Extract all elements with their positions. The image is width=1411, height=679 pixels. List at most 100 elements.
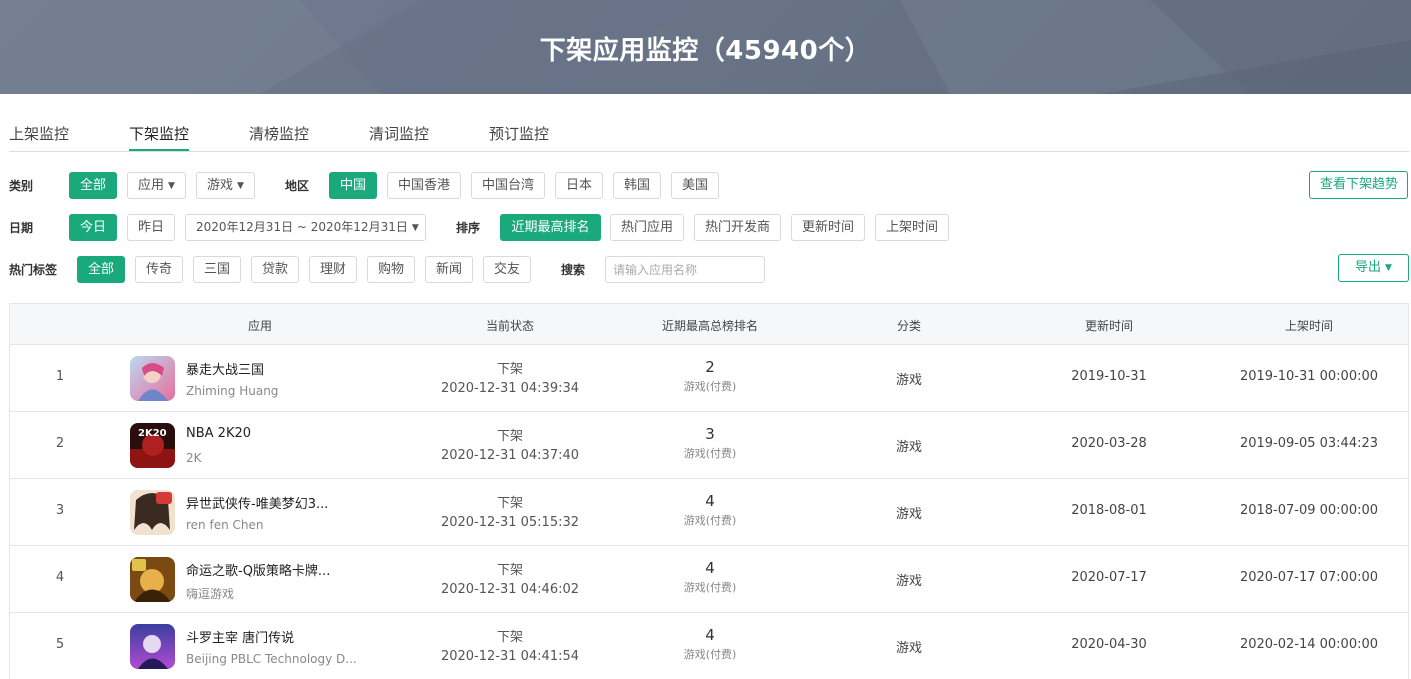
row-index: 2 xyxy=(55,436,65,451)
col-app: 应用 xyxy=(247,319,272,333)
category-cell: 游戏 xyxy=(895,641,922,656)
category-game-label: 游戏 xyxy=(207,178,234,193)
search-input[interactable] xyxy=(605,256,765,283)
app-developer: Zhiming Huang xyxy=(186,384,279,398)
status-cell: 下架 2020-12-31 04:46:02 xyxy=(410,559,610,597)
category-app-dropdown[interactable]: 应用 ▼ xyxy=(127,172,186,199)
caret-down-icon: ▼ xyxy=(237,181,244,191)
tag-news-button[interactable]: 新闻 xyxy=(425,256,473,283)
table-row[interactable]: 2 2K20 NBA 2K20 2K 下架 2020-12-31 04:37:4… xyxy=(10,412,1408,479)
col-released: 上架时间 xyxy=(1284,319,1333,333)
status-text: 下架 xyxy=(496,496,523,511)
app-developer: 嗨逗游戏 xyxy=(186,587,235,601)
region-label: 地区 xyxy=(285,179,310,193)
released-cell: 2018-07-09 00:00:00 xyxy=(1239,503,1379,518)
status-cell: 下架 2020-12-31 04:37:40 xyxy=(410,425,610,463)
page-title: 下架应用监控（45940个） xyxy=(539,36,872,66)
tag-legend-button[interactable]: 传奇 xyxy=(135,256,183,283)
tag-finance-button[interactable]: 理财 xyxy=(309,256,357,283)
status-text: 下架 xyxy=(496,362,523,377)
caret-down-icon: ▼ xyxy=(411,223,419,233)
category-cell: 游戏 xyxy=(895,507,922,522)
app-name[interactable]: 暴走大战三国 xyxy=(186,359,264,378)
sort-hot-dev-button[interactable]: 热门开发商 xyxy=(694,214,781,241)
region-us-button[interactable]: 美国 xyxy=(671,172,719,199)
rank-cell: 3 游戏(付费) xyxy=(610,425,810,461)
tab-listing[interactable]: 上架监控 xyxy=(9,123,69,151)
table-row[interactable]: 5 斗罗主宰 唐门传说 Beijing PBLC Technology D...… xyxy=(10,613,1408,679)
released-cell: 2019-10-31 00:00:00 xyxy=(1239,369,1379,384)
status-text: 下架 xyxy=(496,429,523,444)
row-index: 1 xyxy=(55,369,65,384)
tab-preorder[interactable]: 预订监控 xyxy=(489,123,549,151)
table-header: 应用 当前状态 近期最高总榜排名 分类 更新时间 上架时间 xyxy=(10,304,1408,345)
status-time: 2020-12-31 04:37:40 xyxy=(440,448,580,463)
released-cell: 2020-07-17 07:00:00 xyxy=(1239,570,1379,585)
rank-value: 2 xyxy=(705,358,715,376)
sort-update-time-button[interactable]: 更新时间 xyxy=(791,214,865,241)
rank-cell: 2 游戏(付费) xyxy=(610,358,810,394)
sort-release-time-button[interactable]: 上架时间 xyxy=(875,214,949,241)
export-label: 导出 xyxy=(1355,260,1382,275)
col-rank: 近期最高总榜排名 xyxy=(661,319,758,333)
col-category: 分类 xyxy=(896,319,921,333)
tag-loan-button[interactable]: 贷款 xyxy=(251,256,299,283)
rank-category: 游戏(付费) xyxy=(683,581,737,594)
caret-down-icon: ▼ xyxy=(1385,263,1392,273)
tags-label: 热门标签 xyxy=(9,263,58,277)
app-icon[interactable] xyxy=(130,490,175,535)
tag-shopping-button[interactable]: 购物 xyxy=(367,256,415,283)
date-today-button[interactable]: 今日 xyxy=(69,214,117,241)
table-row[interactable]: 1 暴走大战三国 Zhiming Huang 下架 2020-12-31 04:… xyxy=(10,345,1408,412)
app-icon[interactable]: 2K20 xyxy=(130,423,175,468)
sort-hot-app-button[interactable]: 热门应用 xyxy=(610,214,684,241)
app-icon[interactable] xyxy=(130,624,175,669)
app-name[interactable]: NBA 2K20 xyxy=(186,426,251,441)
category-all-button[interactable]: 全部 xyxy=(69,172,117,199)
sort-recent-rank-button[interactable]: 近期最高排名 xyxy=(500,214,601,241)
rank-category: 游戏(付费) xyxy=(683,447,737,460)
status-cell: 下架 2020-12-31 04:41:54 xyxy=(410,626,610,664)
app-icon[interactable] xyxy=(130,557,175,602)
tag-three-kingdoms-button[interactable]: 三国 xyxy=(193,256,241,283)
tag-all-button[interactable]: 全部 xyxy=(77,256,125,283)
delisting-trend-button[interactable]: 查看下架趋势 xyxy=(1309,171,1408,199)
region-jp-button[interactable]: 日本 xyxy=(555,172,603,199)
category-game-dropdown[interactable]: 游戏 ▼ xyxy=(196,172,255,199)
search-label: 搜索 xyxy=(561,263,586,277)
rank-category: 游戏(付费) xyxy=(683,648,737,661)
tab-chart-clear[interactable]: 清榜监控 xyxy=(249,123,309,151)
status-cell: 下架 2020-12-31 04:39:34 xyxy=(410,358,610,396)
tab-delisting[interactable]: 下架监控 xyxy=(129,123,190,151)
rank-value: 4 xyxy=(705,492,715,510)
region-tw-button[interactable]: 中国台湾 xyxy=(471,172,545,199)
rank-value: 4 xyxy=(705,559,715,577)
status-time: 2020-12-31 05:15:32 xyxy=(440,515,580,530)
status-time: 2020-12-31 04:39:34 xyxy=(440,381,580,396)
region-kr-button[interactable]: 韩国 xyxy=(613,172,661,199)
tab-keyword-clear[interactable]: 清词监控 xyxy=(369,123,429,151)
app-name[interactable]: 异世武侠传-唯美梦幻3... xyxy=(186,493,328,512)
app-name[interactable]: 命运之歌-Q版策略卡牌... xyxy=(186,560,330,579)
table-row[interactable]: 3 异世武侠传-唯美梦幻3... ren fen Chen 下架 2020-12… xyxy=(10,479,1408,546)
svg-text:2K20: 2K20 xyxy=(138,428,167,439)
table-row[interactable]: 4 命运之歌-Q版策略卡牌... 嗨逗游戏 下架 2020-12-31 04:4… xyxy=(10,546,1408,613)
rank-cell: 4 游戏(付费) xyxy=(610,626,810,662)
rank-value: 4 xyxy=(705,626,715,644)
export-dropdown[interactable]: 导出 ▼ xyxy=(1338,254,1409,282)
date-range-picker[interactable]: 2020年12月31日 ~ 2020年12月31日 ▼ xyxy=(185,214,426,241)
status-cell: 下架 2020-12-31 05:15:32 xyxy=(410,492,610,530)
rank-value: 3 xyxy=(705,425,715,443)
app-name[interactable]: 斗罗主宰 唐门传说 xyxy=(186,627,294,646)
category-cell: 游戏 xyxy=(895,574,922,589)
region-hk-button[interactable]: 中国香港 xyxy=(387,172,461,199)
rank-cell: 4 游戏(付费) xyxy=(610,492,810,528)
app-icon[interactable] xyxy=(130,356,175,401)
released-cell: 2020-02-14 00:00:00 xyxy=(1239,637,1379,652)
tag-social-button[interactable]: 交友 xyxy=(483,256,531,283)
caret-down-icon: ▼ xyxy=(168,181,175,191)
date-yesterday-button[interactable]: 昨日 xyxy=(127,214,175,241)
region-cn-button[interactable]: 中国 xyxy=(329,172,377,199)
released-cell: 2019-09-05 03:44:23 xyxy=(1239,436,1379,451)
rank-category: 游戏(付费) xyxy=(683,514,737,527)
